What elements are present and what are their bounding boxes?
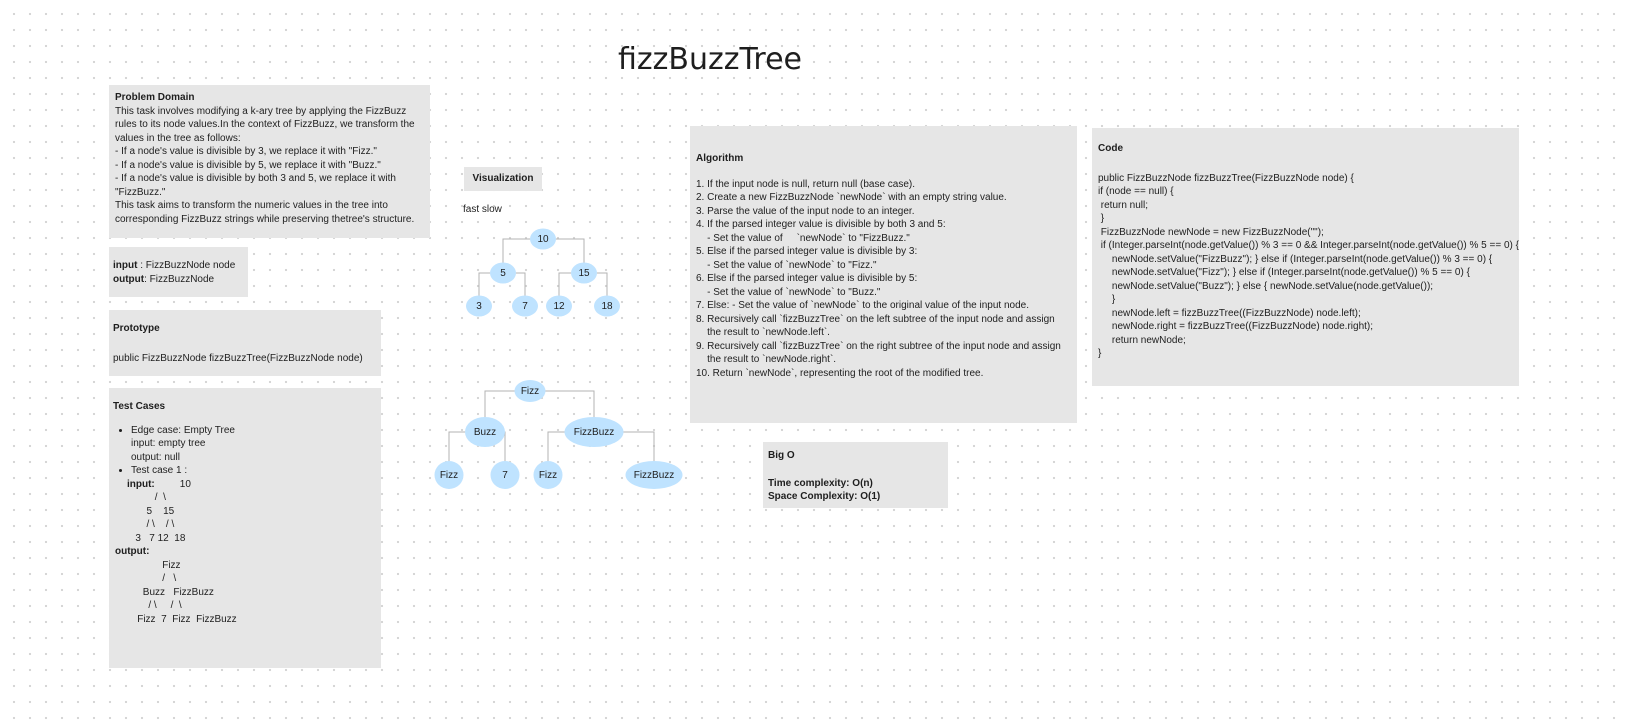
output-tree-node-label: FizzBuzz bbox=[634, 470, 675, 481]
input-tree-node[interactable]: 12 bbox=[546, 295, 572, 317]
code-line: newNode.right = fizzBuzzTree((FizzBuzzNo… bbox=[1098, 321, 1374, 332]
code-line: return newNode; bbox=[1098, 334, 1186, 346]
algorithm-step: 5. Else if the parsed integer value is d… bbox=[696, 246, 918, 257]
output-tree-node[interactable]: FizzBuzz bbox=[625, 461, 683, 489]
output-tree-node[interactable]: FizzBuzz bbox=[564, 417, 624, 447]
algorithm-step: 4. If the parsed integer value is divisi… bbox=[696, 219, 946, 230]
space-complexity: Space Complexity: O(1) bbox=[768, 491, 881, 502]
code-line: newNode.left = fizzBuzzTree((FizzBuzzNod… bbox=[1098, 307, 1361, 319]
input-tree-node[interactable]: 5 bbox=[490, 262, 516, 284]
input-tree-node[interactable]: 15 bbox=[571, 262, 597, 284]
algorithm-step: - Set the value of `newNode` to "Fizz." bbox=[696, 259, 877, 271]
input-tree-node[interactable]: 3 bbox=[466, 295, 492, 317]
algorithm-step: - Set the value of `newNode` to "FizzBuz… bbox=[696, 232, 910, 244]
input-tree-node-label: 18 bbox=[601, 301, 613, 312]
output-tree-node-label: Fizz bbox=[440, 470, 458, 481]
output-tree-node-label: Buzz bbox=[474, 427, 496, 438]
code-heading: Code bbox=[1098, 143, 1123, 154]
input-tree-node-label: 7 bbox=[522, 301, 528, 312]
code-line: newNode.setValue("Fizz"); } else if (Int… bbox=[1098, 267, 1470, 278]
input-tree-diagram: 10 5 15 3 7 12 18 bbox=[466, 228, 620, 317]
output-tree-diagram: FizzBuzz FizzBuzzFizz 7 Fizz FizzBuzz bbox=[434, 380, 683, 489]
algorithm-step: 1. If the input node is null, return nul… bbox=[696, 178, 916, 190]
algorithm-step: - Set the value of `newNode` to "Buzz." bbox=[696, 286, 881, 298]
algorithm-card[interactable]: Algorithm 1. If the input node is null, … bbox=[690, 126, 1077, 423]
algorithm-step: 7. Else: - Set the value of `newNode` to… bbox=[696, 300, 1029, 311]
input-tree-node-label: 10 bbox=[537, 234, 549, 245]
output-tree-node-label: FizzBuzz bbox=[574, 427, 615, 438]
code-body: public FizzBuzzNode fizzBuzzTree(FizzBuz… bbox=[1098, 172, 1519, 361]
input-tree-node-label: 5 bbox=[500, 268, 506, 279]
code-line: return null; bbox=[1098, 199, 1149, 211]
algorithm-step: 9. Recursively call `fizzBuzzTree` on th… bbox=[696, 340, 1061, 352]
time-complexity: Time complexity: O(n) bbox=[768, 477, 873, 489]
input-tree-node[interactable]: 10 bbox=[530, 228, 556, 250]
output-tree-node-label: Fizz bbox=[539, 470, 557, 481]
input-tree-node[interactable]: 18 bbox=[594, 295, 620, 317]
code-line: } bbox=[1098, 213, 1105, 224]
algorithm-step: the result to `newNode.right`. bbox=[696, 354, 837, 365]
algorithm-step: 3. Parse the value of the input node to … bbox=[696, 205, 915, 217]
output-tree-node-label: Fizz bbox=[521, 386, 539, 397]
input-tree-node-label: 3 bbox=[476, 301, 482, 312]
code-card[interactable]: Code public FizzBuzzNode fizzBuzzTree(Fi… bbox=[1092, 128, 1519, 386]
algorithm-step: 6. Else if the parsed integer value is d… bbox=[696, 273, 918, 284]
code-line: if (node == null) { bbox=[1098, 186, 1174, 197]
output-tree-node[interactable]: Buzz bbox=[465, 417, 505, 447]
algorithm-step: 2. Create a new FizzBuzzNode `newNode` w… bbox=[696, 192, 1007, 203]
input-tree-node-label: 15 bbox=[578, 268, 590, 279]
output-tree-node-label: 7 bbox=[502, 470, 508, 481]
big-o-heading: Big O bbox=[768, 450, 795, 461]
big-o-card[interactable]: Big O Time complexity: O(n) Space Comple… bbox=[763, 442, 948, 508]
code-line: newNode.setValue("FizzBuzz"); } else if … bbox=[1098, 253, 1493, 265]
output-tree-node[interactable]: 7 bbox=[490, 461, 520, 489]
code-line: public FizzBuzzNode fizzBuzzTree(FizzBuz… bbox=[1098, 172, 1354, 184]
code-line: if (Integer.parseInt(node.getValue()) % … bbox=[1098, 240, 1519, 251]
algorithm-body: 1. If the input node is null, return nul… bbox=[696, 178, 1071, 381]
algorithm-step: 10. Return `newNode`, representing the r… bbox=[696, 367, 984, 379]
algorithm-step: the result to `newNode.left`. bbox=[696, 327, 830, 338]
output-tree-node[interactable]: Fizz bbox=[434, 461, 464, 489]
input-tree-node[interactable]: 7 bbox=[512, 295, 538, 317]
code-line: FizzBuzzNode newNode = new FizzBuzzNode(… bbox=[1098, 226, 1324, 238]
code-line: } bbox=[1098, 294, 1116, 305]
input-tree-node-label: 12 bbox=[553, 301, 565, 312]
output-tree-node[interactable]: Fizz bbox=[514, 380, 546, 402]
algorithm-step: 8. Recursively call `fizzBuzzTree` on th… bbox=[696, 313, 1055, 325]
code-line: newNode.setValue("Buzz"); } else { newNo… bbox=[1098, 280, 1434, 292]
algorithm-heading: Algorithm bbox=[696, 153, 744, 164]
output-tree-node[interactable]: Fizz bbox=[533, 461, 563, 489]
big-o-body: Time complexity: O(n) Space Complexity: … bbox=[768, 477, 943, 504]
code-line: } bbox=[1098, 348, 1102, 359]
